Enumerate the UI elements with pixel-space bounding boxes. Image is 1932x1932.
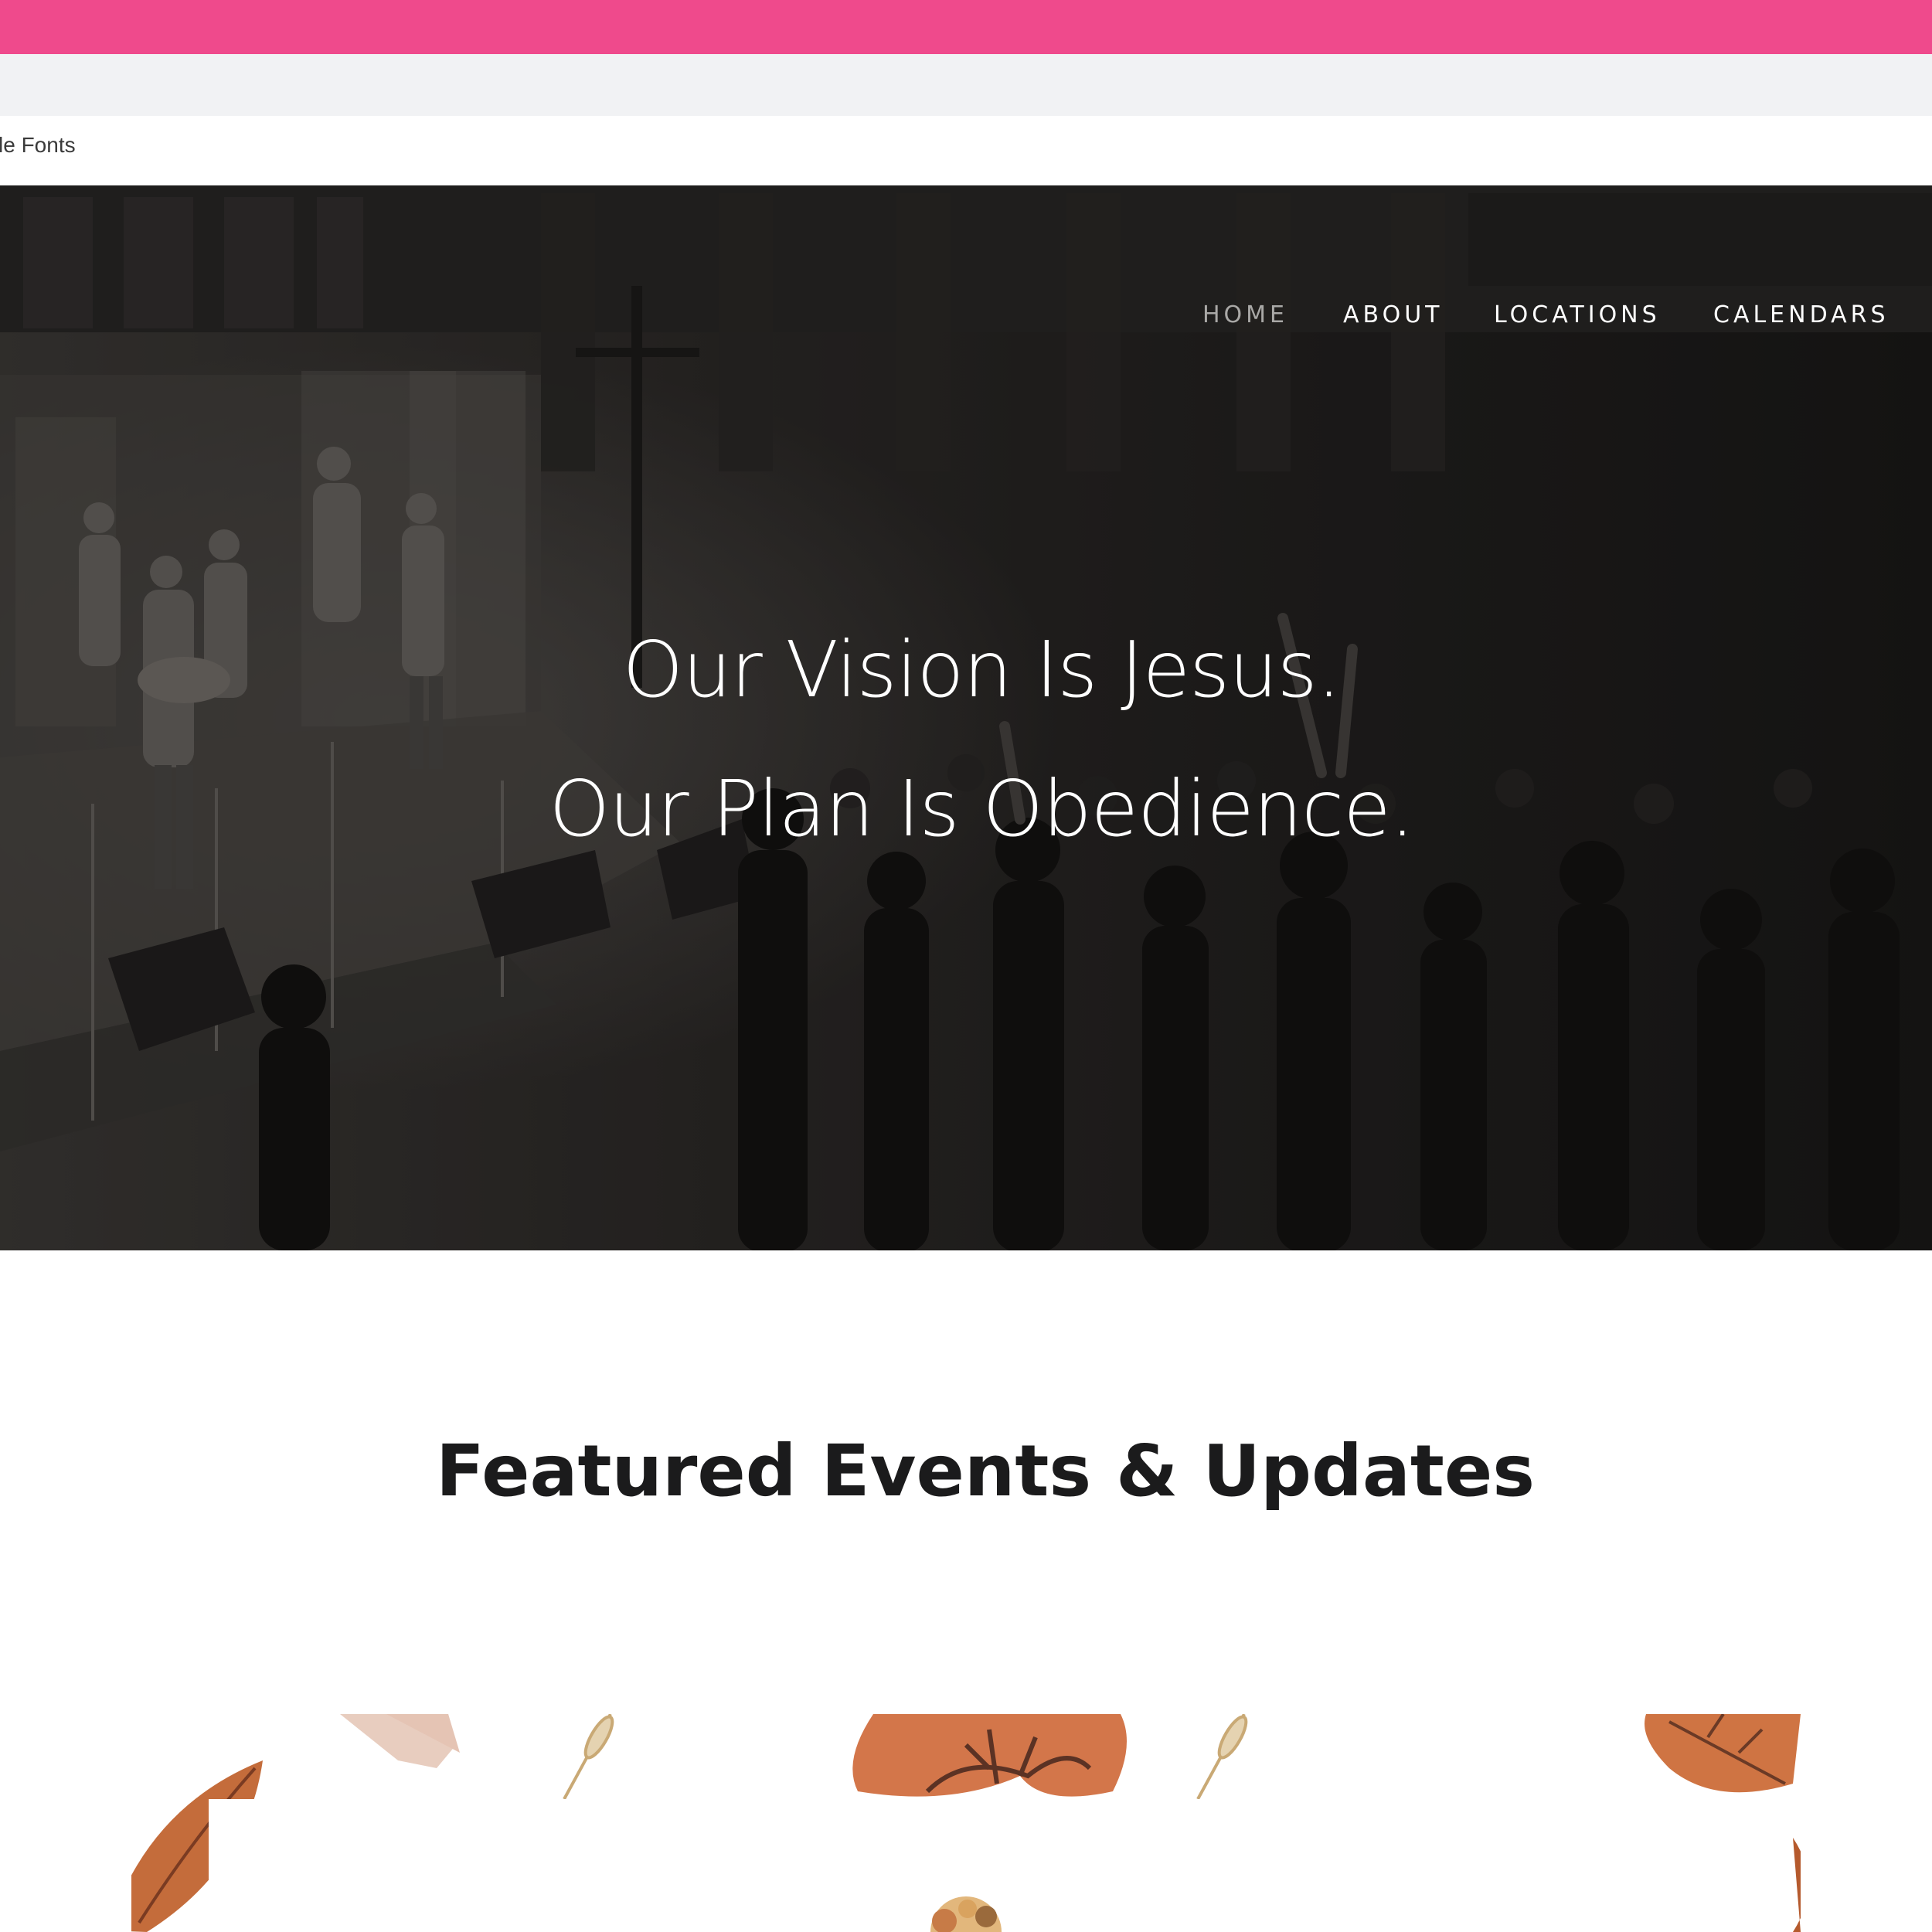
hero-headline-vision: Our Vision Is Jesus. — [622, 624, 1342, 715]
nav-item-locations[interactable]: LOCATIONS — [1494, 301, 1661, 328]
main-nav: HOME ABOUT LOCATIONS CALENDARS — [0, 301, 1932, 332]
hero-headline-plan: Our Plan Is Obedience. — [549, 764, 1414, 854]
featured-section-title: Featured Events & Updates — [435, 1430, 1536, 1512]
worship-photo-image — [0, 185, 1932, 1250]
bookmarks-bar — [0, 116, 1932, 185]
nav-item-calendars[interactable]: CALENDARS — [1713, 301, 1889, 328]
featured-event-card[interactable] — [131, 1714, 1801, 1932]
hero-section — [0, 185, 1932, 1250]
autumn-leaves-image — [131, 1714, 1801, 1932]
nav-item-about[interactable]: ABOUT — [1343, 301, 1443, 328]
browser-toolbar — [0, 54, 1932, 116]
bookmark-google-fonts[interactable]: le Fonts — [0, 133, 76, 158]
nav-item-home[interactable]: HOME — [1202, 301, 1288, 328]
browser-accent-bar — [0, 0, 1932, 54]
